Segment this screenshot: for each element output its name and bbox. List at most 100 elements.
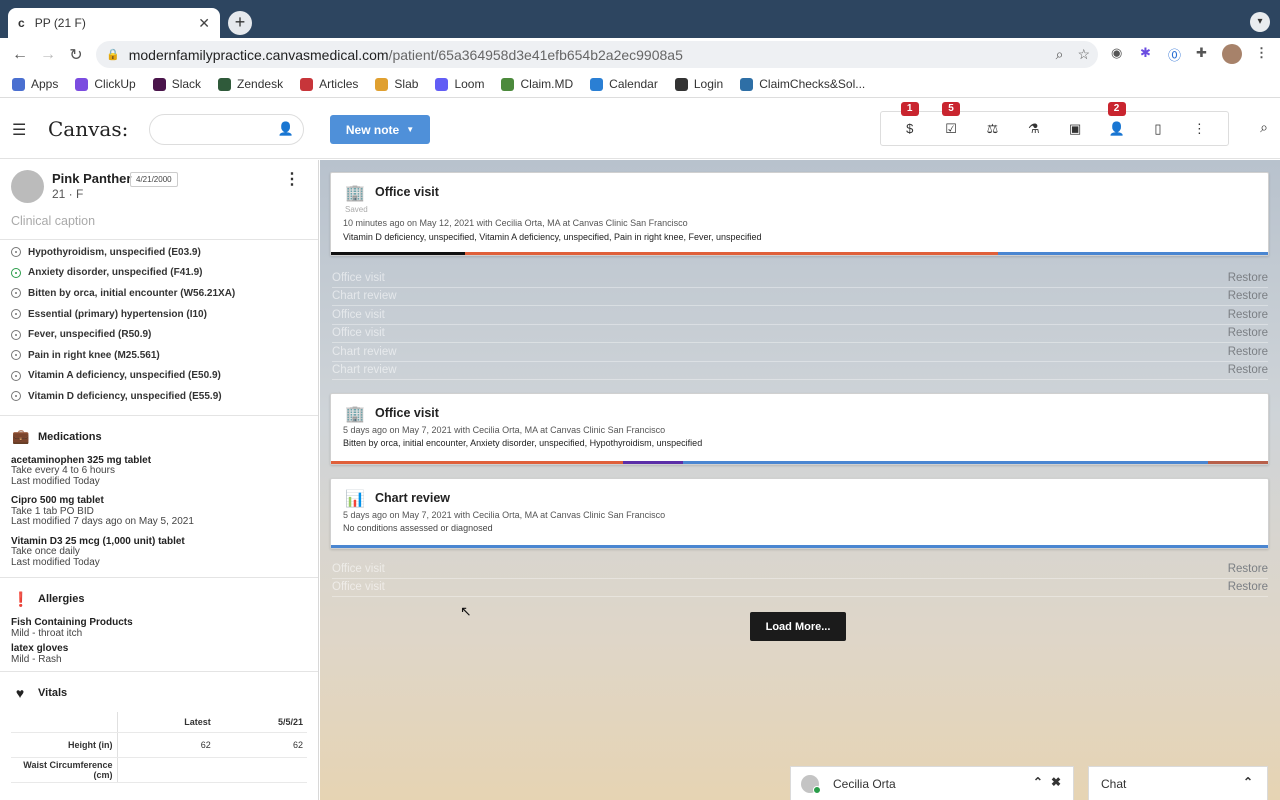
bookmark-item[interactable]: Slack: [152, 77, 201, 91]
vital-label: Height (in): [11, 732, 118, 758]
image-icon[interactable]: ▣: [1060, 121, 1090, 137]
restore-button[interactable]: Restore: [1228, 346, 1268, 358]
restore-button[interactable]: Restore: [1228, 364, 1268, 376]
bookmark-item[interactable]: Zendesk: [218, 77, 283, 91]
bookmark-label: Calendar: [609, 77, 658, 91]
chart-review-icon: 📊: [345, 491, 365, 508]
close-icon[interactable]: ✖: [1051, 775, 1061, 789]
condition-item[interactable]: Essential (primary) hypertension (I10): [11, 304, 318, 325]
back-icon[interactable]: ←: [6, 46, 34, 64]
search-icon[interactable]: ⌕: [1260, 119, 1268, 136]
patient-menu-icon[interactable]: ⋮: [284, 169, 300, 189]
chevron-up-icon[interactable]: ⌃: [1243, 775, 1253, 789]
browser-tab[interactable]: c PP (21 F) ✕: [8, 8, 220, 38]
table-row: Waist Circumference (cm): [11, 757, 307, 783]
medications-header[interactable]: 💼 Medications: [0, 418, 318, 456]
billing-badge: 1: [900, 102, 919, 116]
note-card[interactable]: 🏢 Office visit 5 days ago on May 7, 2021…: [330, 393, 1269, 465]
condition-label: Essential (primary) hypertension (I10): [28, 308, 207, 320]
new-tab-button[interactable]: +: [228, 11, 252, 35]
bookmark-item[interactable]: ClickUp: [75, 77, 136, 91]
note-conditions: Bitten by orca, initial encounter, Anxie…: [343, 438, 703, 448]
patient-avatar[interactable]: [11, 170, 44, 203]
restore-button[interactable]: Restore: [1228, 581, 1268, 593]
lab-icon[interactable]: ⚗: [1019, 121, 1049, 137]
note-card[interactable]: 🏢 Office visit Saved 10 minutes ago on M…: [330, 172, 1269, 256]
allergy-item[interactable]: latex gloves Mild - Rash: [0, 644, 318, 665]
new-note-button[interactable]: New note ▼: [330, 115, 430, 144]
condition-item[interactable]: Anxiety disorder, unspecified (F41.9): [11, 263, 318, 284]
condition-item[interactable]: Bitten by orca, initial encounter (W56.2…: [11, 283, 318, 304]
restore-button[interactable]: Restore: [1228, 327, 1268, 339]
vitals-title: Vitals: [38, 687, 68, 700]
condition-item[interactable]: Fever, unspecified (R50.9): [11, 324, 318, 345]
condition-status-icon: [11, 350, 21, 361]
tab-search-icon[interactable]: ▾: [1250, 12, 1270, 32]
collapsed-note-row: Chart review Restore: [332, 288, 1268, 306]
condition-label: Vitamin A deficiency, unspecified (E50.9…: [28, 370, 221, 382]
bookmark-item[interactable]: Calendar: [590, 77, 658, 91]
medication-item[interactable]: Vitamin D3 25 mcg (1,000 unit) tablet Tak…: [0, 536, 318, 569]
note-card[interactable]: 📊 Chart review 5 days ago on May 7, 2021…: [330, 478, 1269, 549]
menu-icon[interactable]: ☰: [12, 120, 26, 140]
restore-button[interactable]: Restore: [1228, 309, 1268, 321]
bookmark-item[interactable]: Claim.MD: [501, 77, 573, 91]
zoom-icon[interactable]: ⌕: [1056, 46, 1064, 63]
bookmark-item[interactable]: Apps: [12, 77, 58, 91]
tasks-icon[interactable]: ☑ 5: [936, 101, 966, 137]
billing-icon[interactable]: $1: [895, 102, 925, 136]
bookmark-label: Loom: [454, 77, 485, 91]
person-icon: 👤: [277, 121, 294, 136]
care-team-icon[interactable]: 👤 2: [1102, 101, 1132, 137]
collapsed-note-row: Office visit Restore: [332, 560, 1268, 579]
password-manager-icon[interactable]: ⓪: [1168, 45, 1181, 64]
chat-panel[interactable]: Chat ⌃: [1088, 766, 1268, 800]
extension-icon[interactable]: ◉: [1111, 45, 1122, 61]
medication-item[interactable]: Cipro 500 mg tablet Take 1 tab PO BID Last…: [0, 496, 318, 528]
reload-icon[interactable]: ↻: [62, 45, 90, 65]
clinical-caption-input[interactable]: Clinical caption: [11, 214, 95, 228]
load-more-button[interactable]: Load More...: [750, 612, 846, 641]
note-meta: 10 minutes ago on May 12, 2021 with Ceci…: [343, 218, 688, 228]
vital-label: Waist Circumference (cm): [11, 757, 118, 783]
condition-item[interactable]: Hypothyroidism, unspecified (E03.9): [11, 242, 318, 263]
restore-button[interactable]: Restore: [1228, 290, 1268, 302]
allergies-header[interactable]: ❗ Allergies: [0, 580, 318, 618]
patient-search-input[interactable]: 👤: [149, 114, 304, 145]
condition-item[interactable]: Pain in right knee (M25.561): [11, 345, 318, 366]
extension-puzzle-color-icon[interactable]: ✱: [1140, 45, 1151, 61]
tab-close-icon[interactable]: ✕: [198, 15, 210, 32]
note-title: Chart review: [375, 491, 451, 505]
bookmark-item[interactable]: Login: [674, 77, 723, 91]
address-bar[interactable]: 🔒 modernfamilypractice.canvasmedical.com…: [96, 41, 1098, 68]
more-icon[interactable]: ⋮: [1184, 121, 1214, 137]
extensions-icon[interactable]: ✚: [1196, 45, 1207, 61]
restore-button[interactable]: Restore: [1228, 272, 1268, 284]
chat-window-cecilia[interactable]: Cecilia Orta ⌃ ✖: [790, 766, 1074, 800]
bookmark-item[interactable]: Slab: [375, 77, 418, 91]
medication-item[interactable]: acetaminophen 325 mg tablet Take every 4 …: [0, 455, 318, 488]
bookmark-item[interactable]: Articles: [300, 77, 358, 91]
canvas-favicon-icon: c: [18, 16, 25, 30]
chevron-up-icon[interactable]: ⌃: [1033, 775, 1043, 789]
allergy-item[interactable]: Fish Containing Products Mild - throat it…: [0, 618, 318, 639]
document-icon[interactable]: ▯: [1143, 121, 1173, 137]
condition-item[interactable]: Vitamin D deficiency, unspecified (E55.9…: [11, 386, 318, 407]
bookmark-item[interactable]: Loom: [435, 77, 484, 91]
collapsed-note-title: Office visit: [332, 271, 385, 284]
timeline-area: 🏢 Office visit Saved 10 minutes ago on M…: [320, 160, 1280, 800]
canvas-logo[interactable]: Canvas:: [48, 117, 128, 141]
browser-menu-icon[interactable]: ⋮: [1255, 45, 1268, 61]
vitals-header[interactable]: ♥ Vitals: [0, 674, 318, 712]
bookmark-item[interactable]: ClaimChecks&Sol...: [740, 77, 865, 91]
patient-header: Pink Panther 4/21/2000 21 · F ⋮ Clinical…: [0, 160, 318, 240]
chat-user-avatar: [801, 774, 821, 794]
restore-button[interactable]: Restore: [1228, 563, 1268, 575]
condition-item[interactable]: Vitamin A deficiency, unspecified (E50.9…: [11, 366, 318, 387]
vitals-latest-header: Latest: [117, 712, 215, 733]
scale-icon[interactable]: ⚖: [977, 121, 1007, 137]
profile-avatar[interactable]: [1222, 44, 1242, 64]
building-icon: 🏢: [345, 406, 365, 423]
forward-icon[interactable]: →: [34, 46, 62, 64]
bookmark-star-icon[interactable]: ☆: [1077, 46, 1090, 63]
